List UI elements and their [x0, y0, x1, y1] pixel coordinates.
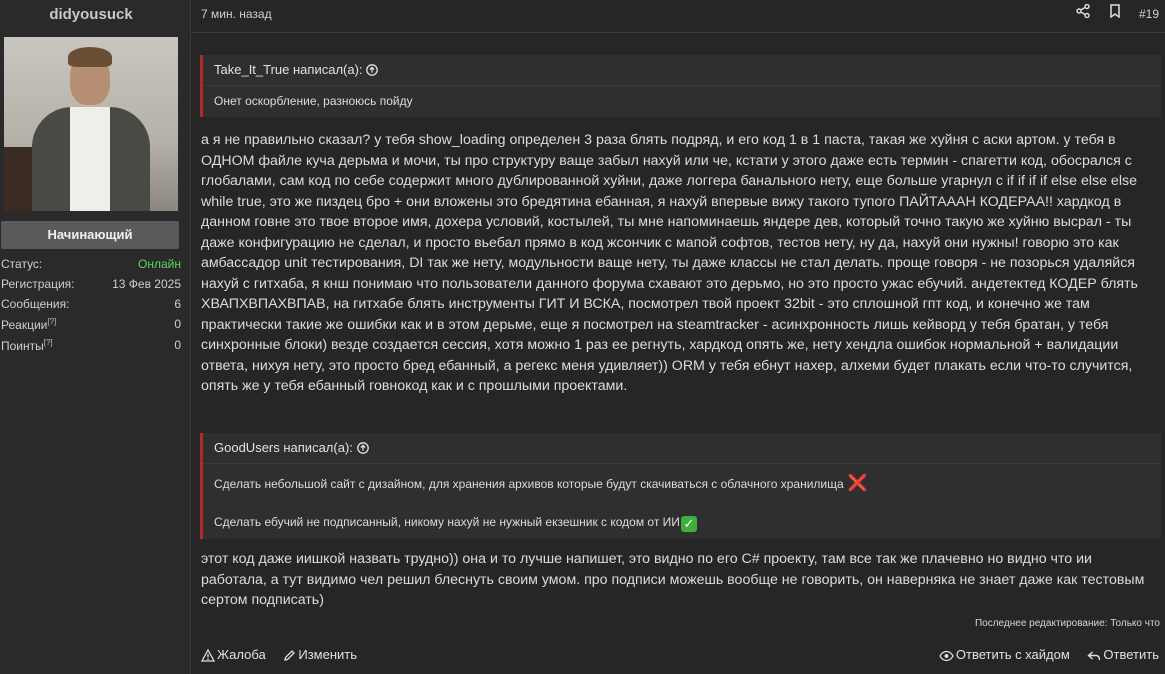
quote-author[interactable]: Take_It_True написал(а):	[214, 62, 363, 77]
post-body-text: а я не правильно сказал? у тебя show_loa…	[201, 132, 1138, 394]
pencil-icon	[284, 650, 296, 661]
quote-text: Сделать небольшой сайт с дизайном, для х…	[203, 464, 1161, 532]
stat-value: 0	[174, 338, 181, 352]
stat-label: Поинты	[1, 339, 44, 353]
post-number-link[interactable]: #19	[1139, 7, 1159, 21]
post-timestamp[interactable]: 7 мин. назад	[201, 7, 272, 21]
quote-block: GoodUsers написал(а): Сделать небольшой …	[200, 433, 1161, 539]
quote-line: Сделать ебучий не подписанный, никому на…	[214, 515, 680, 529]
user-sidebar: didyousuck Начинающий Статус: Онлайн Рег…	[0, 0, 191, 674]
stat-value: 0	[174, 317, 181, 331]
last-edited-note: Последнее редактирование: Только что	[974, 618, 1160, 629]
eye-icon	[939, 650, 954, 662]
stat-points: Поинты[?] 0	[1, 338, 181, 358]
stat-messages: Сообщения: 6	[1, 297, 181, 317]
post-actions-left: Жалоба Изменить	[200, 647, 357, 662]
quote-text: Онет оскорбление, разноюсь пойду	[214, 94, 413, 108]
stat-label: Регистрация:	[1, 277, 75, 291]
report-button[interactable]: Жалоба	[200, 647, 266, 662]
stat-status: Статус: Онлайн	[1, 257, 181, 277]
quote-line: Сделать небольшой сайт с дизайном, для х…	[214, 477, 844, 491]
help-tooltip-trigger[interactable]: [?]	[44, 338, 53, 347]
bookmark-icon[interactable]	[1109, 4, 1121, 23]
share-icon[interactable]	[1076, 3, 1090, 23]
quote-block: Take_It_True написал(а): Онет оскорблени…	[200, 55, 1161, 117]
reply-with-hide-button[interactable]: Ответить с хайдом	[939, 647, 1070, 662]
reply-with-hide-label[interactable]: Ответить с хайдом	[956, 647, 1070, 662]
stat-reactions: Реакции[?] 0	[1, 317, 181, 337]
avatar[interactable]	[4, 37, 178, 211]
reply-arrow-icon	[1087, 651, 1101, 661]
report-label[interactable]: Жалоба	[217, 647, 266, 662]
username[interactable]: didyousuck	[0, 6, 182, 23]
stat-value: Онлайн	[138, 257, 181, 271]
edit-button[interactable]: Изменить	[283, 647, 357, 662]
stat-value: 13 Фев 2025	[112, 277, 181, 291]
reply-label[interactable]: Ответить	[1103, 647, 1159, 662]
post-main: 7 мин. назад #19 Take_It_True написал(а)…	[191, 0, 1165, 674]
quote-header: GoodUsers написал(а):	[203, 433, 1161, 464]
post-actions-right: Ответить с хайдом Ответить	[939, 647, 1159, 662]
reply-button[interactable]: Ответить	[1087, 647, 1159, 662]
stat-label: Сообщения:	[1, 297, 70, 311]
stat-label: Реакции	[1, 318, 48, 332]
post-top-actions: #19	[1076, 3, 1159, 24]
cross-mark-icon: ❌	[847, 475, 868, 492]
check-mark-icon: ✓	[680, 516, 697, 532]
arrow-up-circle-icon[interactable]	[366, 57, 379, 76]
divider	[191, 32, 1165, 33]
stat-label: Статус:	[1, 257, 43, 271]
edit-label[interactable]: Изменить	[298, 647, 357, 662]
warning-icon	[200, 648, 216, 662]
arrow-up-circle-icon[interactable]	[356, 435, 369, 454]
post-body-text: этот код даже иишкой назвать трудно)) он…	[201, 551, 1145, 608]
help-tooltip-trigger[interactable]: [?]	[47, 317, 56, 326]
quote-author[interactable]: GoodUsers написал(а):	[214, 440, 353, 455]
stat-registration: Регистрация: 13 Фев 2025	[1, 277, 181, 297]
user-rank-badge: Начинающий	[1, 221, 179, 249]
quote-header: Take_It_True написал(а):	[203, 55, 1161, 86]
forum-post: didyousuck Начинающий Статус: Онлайн Рег…	[0, 0, 1165, 674]
stat-value: 6	[174, 297, 181, 311]
